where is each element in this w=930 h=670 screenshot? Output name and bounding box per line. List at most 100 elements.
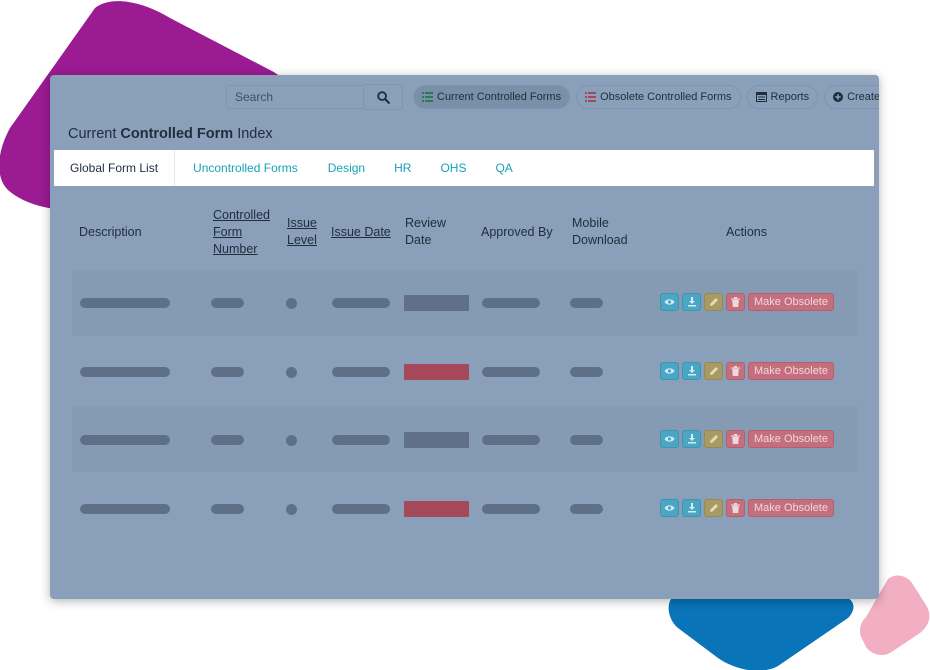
toolbar: Current Controlled Forms Obsolete Contro… xyxy=(226,84,879,110)
column-header-issue-date-label: Issue Date xyxy=(331,224,391,239)
tab-bar: Global Form List Uncontrolled Forms Desi… xyxy=(54,150,874,186)
column-header-actions-label: Actions xyxy=(726,224,767,239)
pencil-icon xyxy=(709,298,718,306)
page-title-suffix: Index xyxy=(237,126,273,142)
make-obsolete-button[interactable]: Make Obsolete xyxy=(748,362,834,380)
mobile-download-placeholder xyxy=(570,435,603,445)
tab-global-form-list[interactable]: Global Form List xyxy=(54,150,176,186)
report-icon xyxy=(755,92,767,102)
trash-icon xyxy=(731,366,740,376)
obsolete-controlled-forms-label: Obsolete Controlled Forms xyxy=(600,91,732,103)
create-label: Create xyxy=(847,91,879,103)
make-obsolete-button[interactable]: Make Obsolete xyxy=(748,499,834,517)
download-button[interactable] xyxy=(682,293,701,311)
table-row: Make Obsolete xyxy=(72,475,858,541)
view-button[interactable] xyxy=(660,430,679,448)
download-icon xyxy=(687,297,696,307)
page-title-bold: Controlled Form xyxy=(120,126,234,142)
tab-uncontrolled-forms[interactable]: Uncontrolled Forms xyxy=(175,150,314,186)
current-controlled-forms-label: Current Controlled Forms xyxy=(437,91,562,103)
description-placeholder xyxy=(80,367,170,377)
eye-icon xyxy=(664,505,675,511)
delete-button[interactable] xyxy=(726,362,745,380)
tab-ohs[interactable]: OHS xyxy=(427,150,482,186)
view-button[interactable] xyxy=(660,499,679,517)
review-date-indicator xyxy=(404,432,469,448)
issue-level-placeholder xyxy=(286,367,297,378)
obsolete-controlled-forms-button[interactable]: Obsolete Controlled Forms xyxy=(576,85,741,109)
tab-qa[interactable]: QA xyxy=(482,150,528,186)
description-placeholder xyxy=(80,504,170,514)
column-header-issue-level[interactable]: Issue Level xyxy=(287,203,323,261)
form-number-placeholder xyxy=(211,435,244,445)
issue-date-placeholder xyxy=(332,504,390,514)
eye-icon xyxy=(664,436,675,442)
edit-button[interactable] xyxy=(704,430,723,448)
download-icon xyxy=(687,366,696,376)
view-button[interactable] xyxy=(660,362,679,380)
table-row: Make Obsolete xyxy=(72,338,858,404)
search-button[interactable] xyxy=(364,84,403,110)
column-header-review-date[interactable]: Review Date xyxy=(405,203,457,261)
row-actions: Make Obsolete xyxy=(660,499,834,517)
form-number-placeholder xyxy=(211,367,244,377)
eye-icon xyxy=(664,299,675,305)
download-icon xyxy=(687,503,696,513)
column-header-approved-by-label: Approved By xyxy=(481,224,553,239)
table-row: Make Obsolete xyxy=(72,406,858,472)
reports-label: Reports xyxy=(770,91,810,103)
download-button[interactable] xyxy=(682,430,701,448)
row-actions: Make Obsolete xyxy=(660,362,834,380)
table-header: Description Controlled Form Number Issue… xyxy=(70,203,860,261)
edit-button[interactable] xyxy=(704,293,723,311)
make-obsolete-button[interactable]: Make Obsolete xyxy=(748,430,834,448)
list-icon xyxy=(422,92,433,102)
view-button[interactable] xyxy=(660,293,679,311)
row-actions: Make Obsolete xyxy=(660,293,834,311)
reports-button[interactable]: Reports xyxy=(746,85,819,109)
approved-by-placeholder xyxy=(482,504,540,514)
review-date-indicator xyxy=(404,295,469,311)
delete-button[interactable] xyxy=(726,293,745,311)
approved-by-placeholder xyxy=(482,367,540,377)
approved-by-placeholder xyxy=(482,298,540,308)
description-placeholder xyxy=(80,298,170,308)
column-header-description-label: Description xyxy=(79,224,142,239)
table-row: Make Obsolete xyxy=(72,270,858,336)
delete-button[interactable] xyxy=(726,499,745,517)
current-controlled-forms-button[interactable]: Current Controlled Forms xyxy=(413,85,571,109)
mobile-download-placeholder xyxy=(570,298,603,308)
page-title-prefix: Current xyxy=(68,126,117,142)
mobile-download-placeholder xyxy=(570,367,603,377)
column-header-form-number[interactable]: Controlled Form Number xyxy=(213,203,279,261)
download-button[interactable] xyxy=(682,362,701,380)
edit-button[interactable] xyxy=(704,499,723,517)
eye-icon xyxy=(664,368,675,374)
column-header-issue-level-label: Issue Level xyxy=(287,216,317,247)
column-header-mobile-download[interactable]: Mobile Download xyxy=(572,203,642,261)
issue-level-placeholder xyxy=(286,298,297,309)
mobile-download-placeholder xyxy=(570,504,603,514)
column-header-actions: Actions xyxy=(726,203,767,261)
tab-hr[interactable]: HR xyxy=(381,150,427,186)
make-obsolete-button[interactable]: Make Obsolete xyxy=(748,293,834,311)
tab-design[interactable]: Design xyxy=(314,150,381,186)
page-title: Current Controlled Form Index xyxy=(68,126,273,142)
form-number-placeholder xyxy=(211,298,244,308)
column-header-mobile-download-label: Mobile Download xyxy=(572,216,628,247)
create-button[interactable]: Create xyxy=(824,85,879,109)
column-header-issue-date[interactable]: Issue Date xyxy=(331,203,391,261)
pencil-icon xyxy=(709,504,718,512)
column-header-approved-by[interactable]: Approved By xyxy=(481,203,553,261)
delete-button[interactable] xyxy=(726,430,745,448)
review-date-indicator-overdue xyxy=(404,364,469,380)
column-header-description[interactable]: Description xyxy=(79,203,142,261)
search-input[interactable] xyxy=(226,85,364,109)
review-date-indicator-overdue xyxy=(404,501,469,517)
search-icon xyxy=(376,90,390,104)
plus-circle-icon xyxy=(833,92,844,102)
issue-date-placeholder xyxy=(332,435,390,445)
download-button[interactable] xyxy=(682,499,701,517)
edit-button[interactable] xyxy=(704,362,723,380)
form-index-panel: Current Controlled Forms Obsolete Contro… xyxy=(50,75,879,599)
